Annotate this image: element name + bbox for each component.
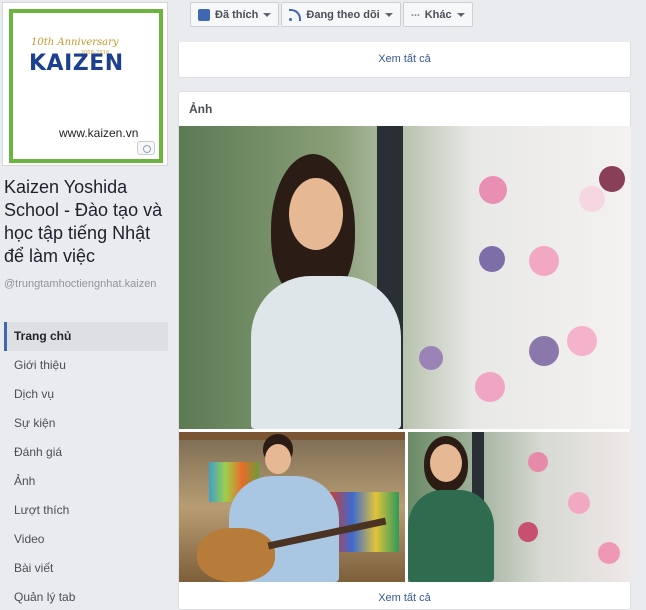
photo-blossom (518, 522, 538, 542)
nav-item-reviews[interactable]: Đánh giá (4, 438, 168, 467)
photo-shelf (179, 432, 405, 440)
photos-see-all-link[interactable]: Xem tất cả (179, 592, 630, 604)
photo-person-shirt (408, 490, 494, 582)
nav-item-posts[interactable]: Bài viết (4, 554, 168, 583)
photo-blossom (568, 492, 590, 514)
camera-icon[interactable] (137, 141, 155, 155)
like-icon (198, 8, 210, 21)
more-dots-icon: ··· (410, 7, 421, 22)
right-gutter (632, 0, 646, 610)
photo-person-shirt (251, 276, 401, 429)
photo-man-guitar[interactable] (179, 432, 405, 582)
photo-blossom (479, 246, 505, 272)
more-button[interactable]: ··· Khác (402, 2, 473, 27)
more-label: Khác (424, 8, 452, 21)
caret-down-icon (456, 12, 465, 17)
photo-person-face (265, 444, 291, 474)
logo-url: www.kaizen.vn (59, 126, 139, 140)
see-all-link[interactable]: Xem tất cả (179, 42, 630, 76)
photo-woman-blossoms[interactable] (179, 126, 631, 429)
photo-blossom (567, 326, 597, 356)
photo-blossom (579, 186, 605, 212)
caret-down-icon (263, 12, 272, 17)
photo-blossom (598, 542, 620, 564)
liked-button[interactable]: Đã thích (190, 2, 280, 27)
nav-item-photos[interactable]: Ảnh (4, 467, 168, 496)
page-handle[interactable]: @trungtamhoctiengnhat.kaizen (4, 277, 172, 292)
rss-icon (289, 8, 302, 21)
following-button[interactable]: Đang theo dõi (281, 2, 401, 27)
nav-item-events[interactable]: Sự kiện (4, 409, 168, 438)
photos-card-title[interactable]: Ảnh (189, 102, 212, 116)
nav-item-videos[interactable]: Video (4, 525, 168, 554)
photo-blossom (529, 246, 559, 276)
photo-blossom (529, 336, 559, 366)
profile-picture-frame[interactable]: 10th Anniversary 2008-2018 KAIZEN www.ka… (2, 2, 168, 166)
top-card: Xem tất cả (178, 42, 631, 78)
nav-item-likes[interactable]: Lượt thích (4, 496, 168, 525)
photo-person-face (430, 444, 462, 482)
photo-woman-tree[interactable] (408, 432, 631, 582)
photo-person-face (289, 178, 343, 250)
following-label: Đang theo dõi (306, 8, 380, 21)
photo-guitar (197, 528, 275, 582)
caret-down-icon (384, 12, 393, 17)
photo-blossom (599, 166, 625, 192)
nav-item-home[interactable]: Trang chủ (4, 322, 168, 351)
logo-anniversary: 10th Anniversary (31, 37, 119, 48)
page-title[interactable]: Kaizen Yoshida School - Đào tạo và học t… (4, 176, 172, 268)
photo-blossom (528, 452, 548, 472)
logo-name: KAIZEN (29, 51, 124, 76)
nav-item-manage-tabs[interactable]: Quản lý tab (4, 583, 168, 610)
profile-picture[interactable]: 10th Anniversary 2008-2018 KAIZEN www.ka… (9, 9, 163, 163)
nav-item-services[interactable]: Dịch vụ (4, 380, 168, 409)
photos-card: Ảnh Xem tất cả (178, 91, 631, 610)
photo-blossom (479, 176, 507, 204)
photo-blossom (475, 372, 505, 402)
liked-label: Đã thích (215, 8, 259, 21)
nav-item-about[interactable]: Giới thiệu (4, 351, 168, 380)
page-nav: Trang chủ Giới thiệu Dịch vụ Sự kiện Đán… (4, 322, 168, 610)
photo-blossom (419, 346, 443, 370)
page-action-bar: Đã thích Đang theo dõi ··· Khác (190, 2, 475, 28)
